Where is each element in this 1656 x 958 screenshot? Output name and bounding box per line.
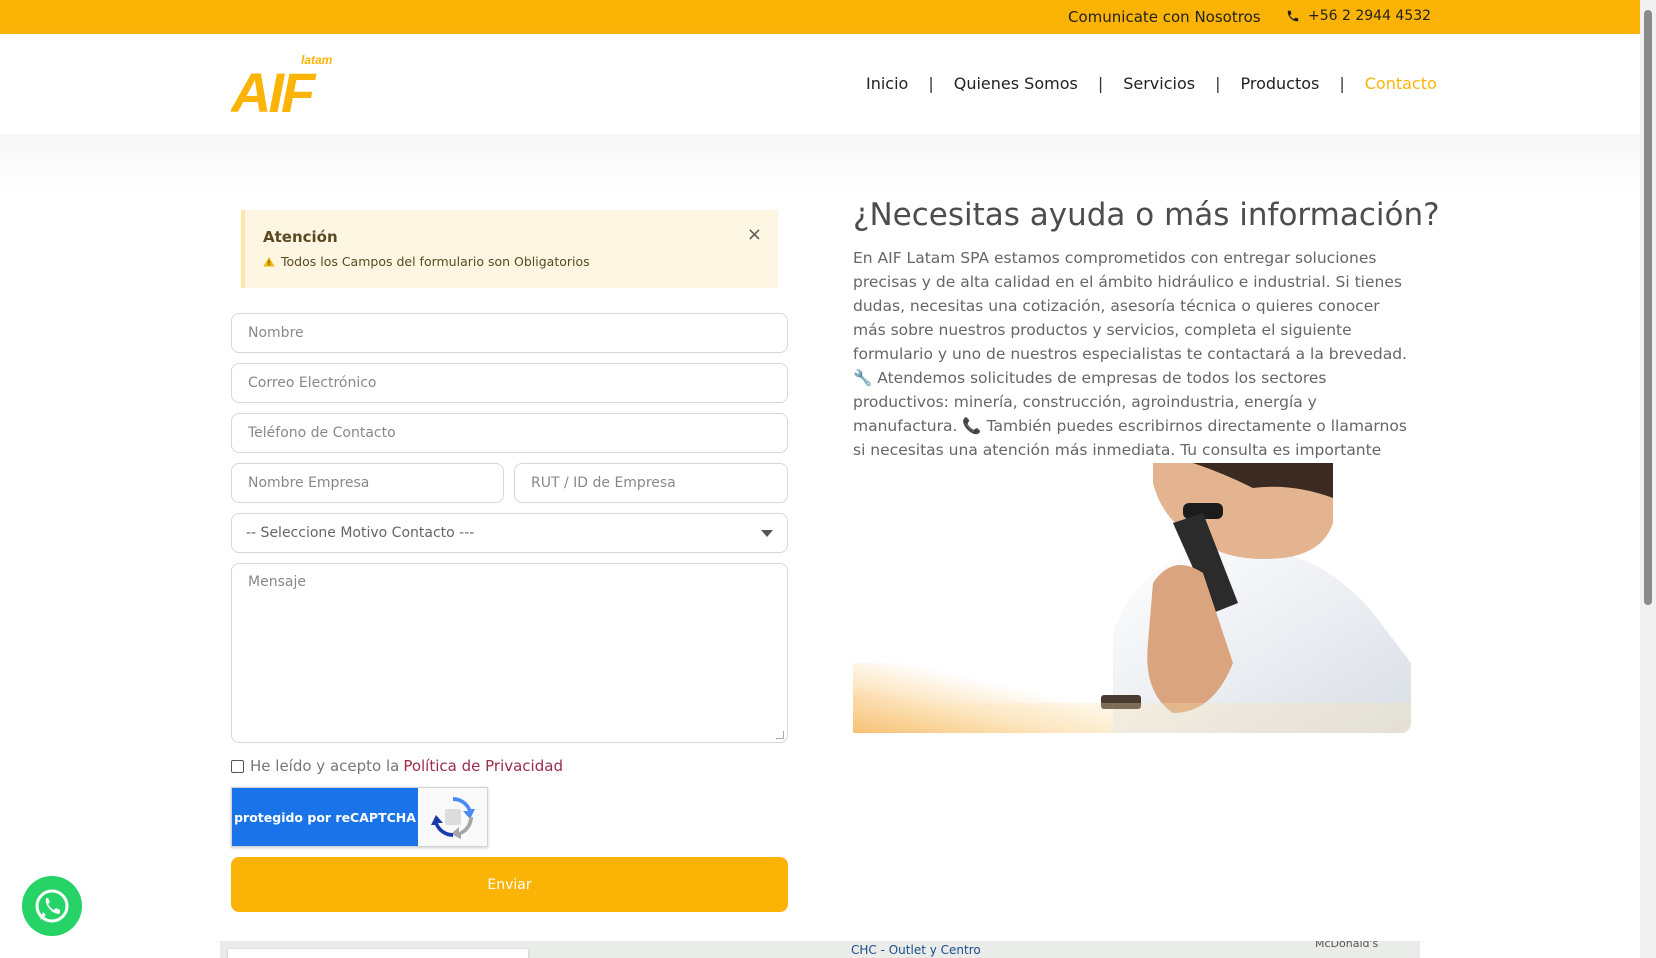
info-paragraph: En AIF Latam SPA estamos comprometidos c… [853, 246, 1413, 486]
scrollbar-thumb[interactable] [1644, 10, 1652, 605]
privacy-checkbox[interactable] [231, 759, 244, 773]
top-bar: Comunicate con Nosotros +56 2 2944 4532 [0, 0, 1640, 34]
recaptcha-logo-area [418, 788, 487, 846]
alert-message: Todos los Campos del formulario son Obli… [281, 254, 590, 269]
phone-placeholder: Teléfono de Contacto [248, 425, 396, 441]
privacy-policy-link[interactable]: Política de Privacidad [403, 757, 563, 775]
message-placeholder: Mensaje [248, 574, 306, 590]
email-placeholder: Correo Electrónico [248, 375, 377, 391]
alert-title: Atención [263, 228, 338, 246]
whatsapp-icon [35, 889, 69, 923]
contact-reason-select[interactable]: -- Seleccione Motivo Contacto --- [231, 513, 788, 553]
page-scrollbar[interactable] [1640, 0, 1656, 958]
contact-us-label: Comunicate con Nosotros [1068, 8, 1261, 26]
alert-message-row: Todos los Campos del formulario son Obli… [263, 254, 590, 269]
whatsapp-button[interactable] [22, 876, 82, 936]
phone-number: +56 2 2944 4532 [1308, 8, 1432, 24]
resize-handle-icon[interactable] [776, 731, 784, 739]
nav-contacto[interactable]: Contacto [1365, 74, 1437, 93]
recaptcha-text: protegido por reCAPTCHA [232, 788, 418, 846]
logo-main-text: AIF [231, 61, 317, 114]
aif-latam-logo[interactable]: latam AIF [231, 52, 337, 114]
recaptcha-icon [430, 797, 475, 839]
contact-reason-value: -- Seleccione Motivo Contacto --- [246, 525, 475, 541]
contact-page: Comunicate con Nosotros +56 2 2944 4532 … [0, 0, 1656, 958]
name-input[interactable]: Nombre [231, 313, 788, 353]
nav-inicio[interactable]: Inicio [866, 74, 908, 93]
info-text-1: En AIF Latam SPA estamos comprometidos c… [853, 249, 1407, 363]
nav-separator: | [1339, 74, 1345, 93]
nav-servicios[interactable]: Servicios [1123, 74, 1195, 93]
name-placeholder: Nombre [248, 325, 304, 341]
submit-button[interactable]: Enviar [231, 857, 788, 912]
location-map[interactable]: CHC - Outlet y Centro McDonald's [220, 941, 1420, 958]
company-rut-placeholder: RUT / ID de Empresa [531, 475, 676, 491]
attention-alert: Atención Todos los Campos del formulario… [241, 210, 778, 288]
nav-quienes-somos[interactable]: Quienes Somos [954, 74, 1078, 93]
site-header: latam AIF Inicio | Quienes Somos | Servi… [0, 34, 1640, 134]
consent-text: He leído y acepto la [250, 757, 400, 775]
phone-icon [1287, 10, 1299, 22]
header-shadow-band [0, 134, 1640, 194]
nav-separator: | [1215, 74, 1221, 93]
company-rut-input[interactable]: RUT / ID de Empresa [514, 463, 788, 503]
recaptcha-badge[interactable]: protegido por reCAPTCHA [231, 787, 488, 847]
wrench-icon: 🔧 [853, 369, 873, 387]
email-input[interactable]: Correo Electrónico [231, 363, 788, 403]
map-place-label-2: McDonald's [1315, 941, 1379, 950]
map-place-label: CHC - Outlet y Centro [851, 943, 981, 957]
map-info-card [228, 949, 528, 958]
phone-input[interactable]: Teléfono de Contacto [231, 413, 788, 453]
telephone-icon: 📞 [962, 417, 982, 435]
privacy-consent: He leído y acepto la Política de Privaci… [231, 757, 563, 775]
info-heading: ¿Necesitas ayuda o más información? [853, 197, 1440, 233]
man-on-phone-photo [853, 463, 1411, 733]
chevron-down-icon [761, 529, 773, 537]
close-icon[interactable]: × [747, 224, 762, 245]
main-nav: Inicio | Quienes Somos | Servicios | Pro… [866, 74, 1437, 93]
nav-separator: | [1097, 74, 1104, 93]
company-name-placeholder: Nombre Empresa [248, 475, 370, 491]
message-textarea[interactable]: Mensaje [231, 563, 788, 743]
phone-link[interactable]: +56 2 2944 4532 [1286, 8, 1431, 24]
warning-icon [263, 256, 275, 266]
nav-separator: | [928, 74, 934, 93]
company-name-input[interactable]: Nombre Empresa [231, 463, 504, 503]
nav-productos[interactable]: Productos [1240, 74, 1319, 93]
